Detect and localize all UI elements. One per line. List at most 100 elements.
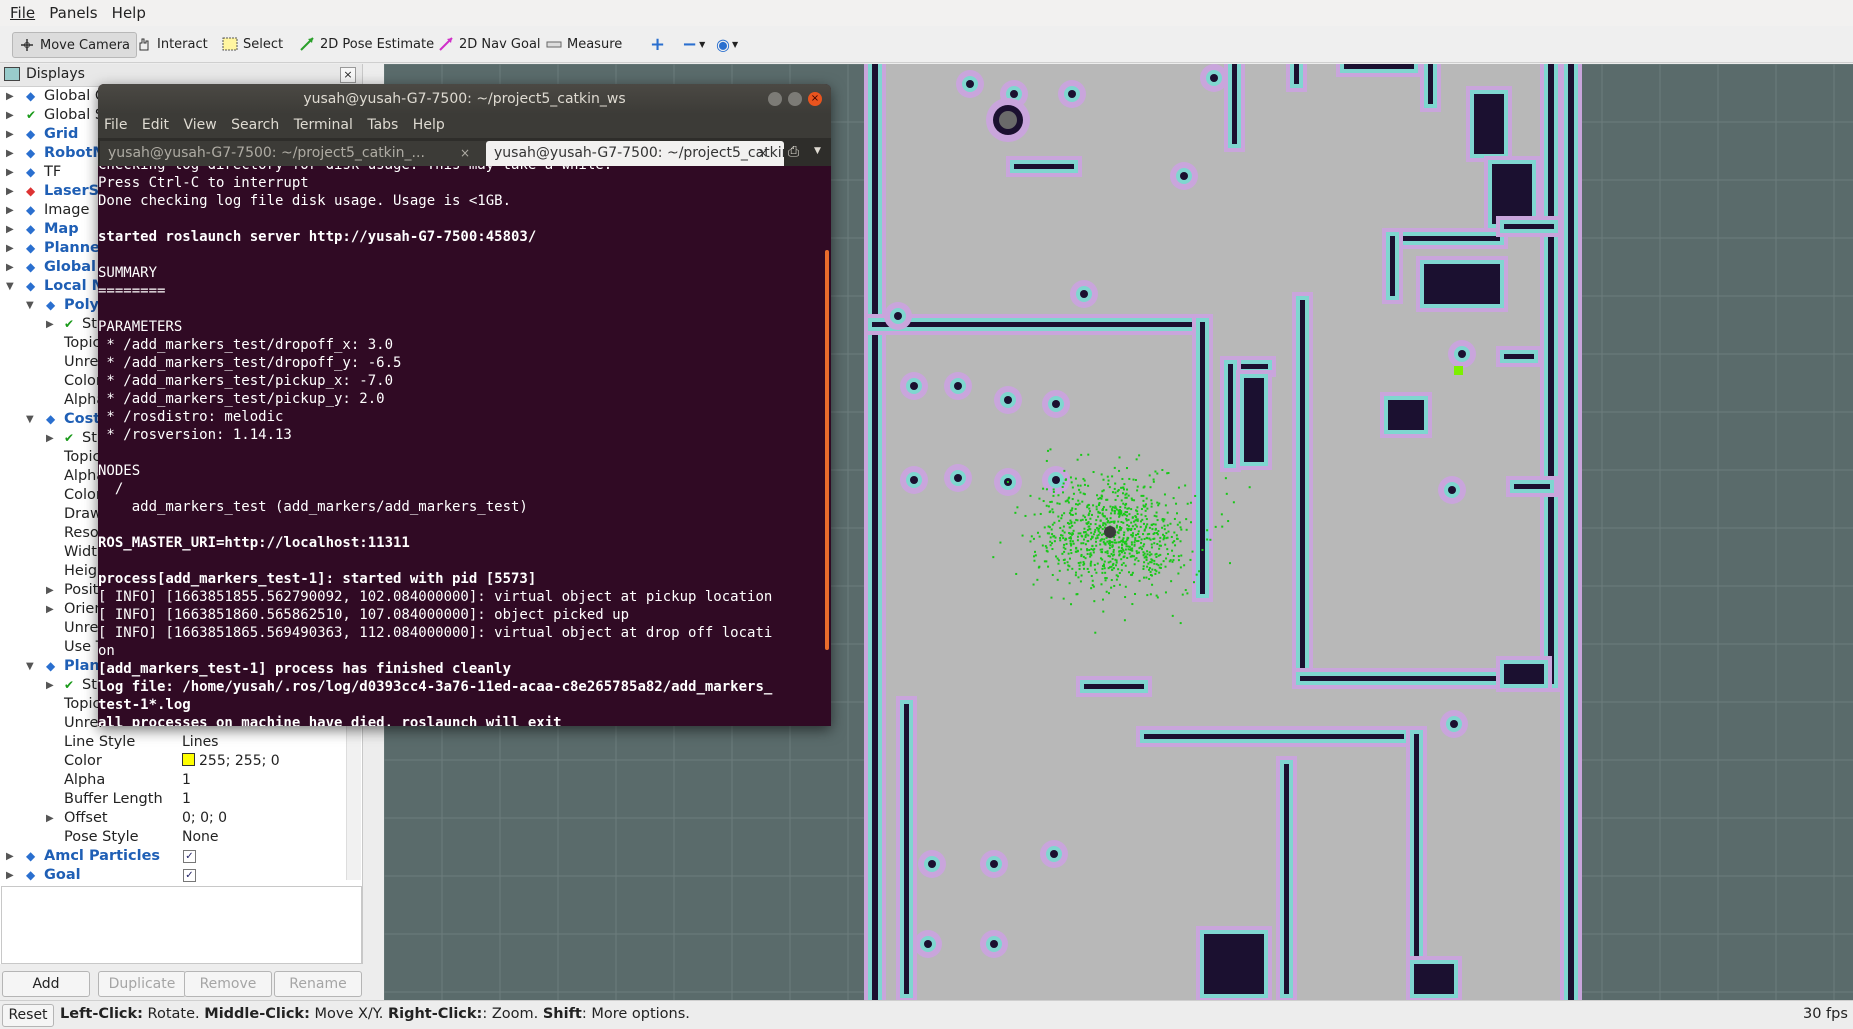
- expand-arrow-icon[interactable]: ▶: [46, 585, 54, 596]
- display-tree-row[interactable]: Alpha: [64, 771, 105, 790]
- property-value[interactable]: 1: [182, 790, 191, 809]
- display-tree-row[interactable]: ◆ Amcl Particles: [26, 847, 160, 866]
- expand-arrow-icon[interactable]: ▶: [6, 167, 14, 178]
- select-button[interactable]: Select: [216, 32, 289, 56]
- measure-button[interactable]: Measure: [540, 32, 628, 56]
- terminal-tab-1[interactable]: yusah@yusah-G7-7500: ~/project5_catkin_.…: [100, 141, 488, 166]
- chevron-down-icon[interactable]: ▼: [814, 146, 821, 156]
- collapse-arrow-icon[interactable]: ▼: [26, 300, 34, 311]
- display-tree-row[interactable]: ✔ St: [64, 315, 97, 334]
- expand-arrow-icon[interactable]: ▶: [6, 851, 14, 862]
- display-tree-row[interactable]: Posit: [64, 581, 98, 600]
- display-tree-row[interactable]: ◆ Planne: [26, 239, 100, 258]
- display-tree-row[interactable]: Unrel: [64, 714, 102, 733]
- nav-goal-button[interactable]: 2D Nav Goal: [432, 32, 547, 56]
- terminal-menu-file[interactable]: File: [98, 114, 127, 133]
- close-tab-icon[interactable]: ×: [758, 141, 768, 166]
- expand-arrow-icon[interactable]: ▶: [46, 319, 54, 330]
- display-tree-row[interactable]: Color: [64, 752, 102, 771]
- menu-file[interactable]: File: [0, 0, 35, 22]
- display-tree-row[interactable]: Line Style: [64, 733, 135, 752]
- view-tool-button[interactable]: ◉ ▼: [710, 32, 744, 56]
- display-tree-row[interactable]: ◆ Global: [26, 258, 96, 277]
- display-tree-row[interactable]: Draw: [64, 505, 102, 524]
- collapse-arrow-icon[interactable]: ▼: [6, 281, 14, 292]
- display-tree-row[interactable]: Color: [64, 486, 102, 505]
- display-tree-row[interactable]: ◆ Poly: [46, 296, 99, 315]
- display-tree-row[interactable]: ✔ St: [64, 676, 97, 695]
- terminal-window[interactable]: yusah@yusah-G7-7500: ~/project5_catkin_w…: [98, 84, 831, 726]
- display-tree-row[interactable]: Unre: [64, 619, 98, 638]
- expand-arrow-icon[interactable]: ▶: [6, 243, 14, 254]
- property-value[interactable]: Lines: [182, 733, 218, 752]
- display-tree-row[interactable]: Buffer Length: [64, 790, 163, 809]
- move-camera-button[interactable]: Move Camera: [12, 32, 138, 58]
- display-tree-row[interactable]: ◆ Plan: [46, 657, 100, 676]
- expand-arrow-icon[interactable]: ▶: [6, 91, 14, 102]
- display-tree-row[interactable]: Color: [64, 372, 102, 391]
- display-tree-row[interactable]: ◆ Map: [26, 220, 79, 239]
- property-value[interactable]: None: [182, 828, 219, 847]
- duplicate-button[interactable]: Duplicate: [98, 971, 186, 997]
- display-tree-row[interactable]: ✔ Global S: [26, 106, 104, 125]
- menu-help[interactable]: Help: [102, 0, 146, 22]
- display-tree-row[interactable]: Topic: [64, 695, 100, 714]
- expand-arrow-icon[interactable]: ▶: [6, 205, 14, 216]
- terminal-tab-2[interactable]: yusah@yusah-G7-7500: ~/project5_catkin_w…: [486, 141, 784, 166]
- terminal-menu-tabs[interactable]: Tabs: [357, 114, 398, 133]
- remove-button[interactable]: Remove: [184, 971, 272, 997]
- expand-arrow-icon[interactable]: ▶: [6, 148, 14, 159]
- display-tree-row[interactable]: Topic: [64, 334, 100, 353]
- expand-arrow-icon[interactable]: ▶: [6, 870, 14, 881]
- display-tree-row[interactable]: Heig: [64, 562, 97, 581]
- collapse-arrow-icon[interactable]: ▼: [26, 661, 34, 672]
- display-tree-row[interactable]: Pose Style: [64, 828, 139, 847]
- maximize-icon[interactable]: [788, 92, 802, 106]
- expand-arrow-icon[interactable]: ▶: [46, 813, 54, 824]
- close-icon[interactable]: ×: [340, 67, 356, 83]
- pose-estimate-button[interactable]: 2D Pose Estimate: [293, 32, 440, 56]
- display-tree-row[interactable]: ◆ Cost: [46, 410, 100, 429]
- display-tree-row[interactable]: ◆ LaserSc: [26, 182, 108, 201]
- display-tree-row[interactable]: ◆ Image: [26, 201, 89, 220]
- expand-arrow-icon[interactable]: ▶: [6, 110, 14, 121]
- terminal-menu-help[interactable]: Help: [403, 114, 445, 133]
- display-tree-row[interactable]: Orier: [64, 600, 100, 619]
- enable-checkbox[interactable]: ✓: [183, 850, 196, 863]
- terminal-menu-terminal[interactable]: Terminal: [284, 114, 353, 133]
- property-value[interactable]: 1: [182, 771, 191, 790]
- display-tree-row[interactable]: ◆ RobotM: [26, 144, 107, 163]
- display-tree-row[interactable]: ◆ Local M: [26, 277, 106, 296]
- collapse-arrow-icon[interactable]: ▼: [26, 414, 34, 425]
- display-tree-row[interactable]: ◆ Global O: [26, 87, 106, 106]
- display-tree-row[interactable]: ◆ TF: [26, 163, 61, 182]
- display-tree-row[interactable]: Topic: [64, 448, 100, 467]
- terminal-menu-edit[interactable]: Edit: [132, 114, 169, 133]
- remove-tool-button[interactable]: − ▼: [676, 32, 711, 56]
- terminal-title-bar[interactable]: yusah@yusah-G7-7500: ~/project5_catkin_w…: [98, 84, 831, 114]
- terminal-menu-view[interactable]: View: [173, 114, 216, 133]
- interact-button[interactable]: Interact: [130, 32, 214, 56]
- reset-button[interactable]: Reset: [2, 1004, 54, 1027]
- display-tree-row[interactable]: Unre: [64, 353, 98, 372]
- expand-arrow-icon[interactable]: ▶: [6, 186, 14, 197]
- display-tree-row[interactable]: ◆ Grid: [26, 125, 78, 144]
- terminal-output[interactable]: Checking log directory for disk usage. T…: [98, 166, 831, 726]
- add-tool-button[interactable]: +: [644, 32, 671, 56]
- close-tab-icon[interactable]: ×: [460, 141, 470, 166]
- property-value[interactable]: 0; 0; 0: [182, 809, 227, 828]
- terminal-menu-search[interactable]: Search: [221, 114, 279, 133]
- minimize-icon[interactable]: [768, 92, 782, 106]
- new-tab-icon[interactable]: ⎙: [788, 144, 799, 160]
- display-tree-row[interactable]: Offset: [64, 809, 108, 828]
- add-button[interactable]: Add: [2, 971, 90, 997]
- expand-arrow-icon[interactable]: ▶: [6, 224, 14, 235]
- display-tree-row[interactable]: ◆ Goal: [26, 866, 81, 885]
- display-tree-row[interactable]: ✔ St: [64, 429, 97, 448]
- rename-button[interactable]: Rename: [274, 971, 362, 997]
- property-value[interactable]: 255; 255; 0: [182, 752, 280, 771]
- close-window-icon[interactable]: ×: [808, 92, 822, 106]
- display-tree-row[interactable]: Reso: [64, 524, 99, 543]
- display-tree-row[interactable]: Widt: [64, 543, 97, 562]
- expand-arrow-icon[interactable]: ▶: [46, 680, 54, 691]
